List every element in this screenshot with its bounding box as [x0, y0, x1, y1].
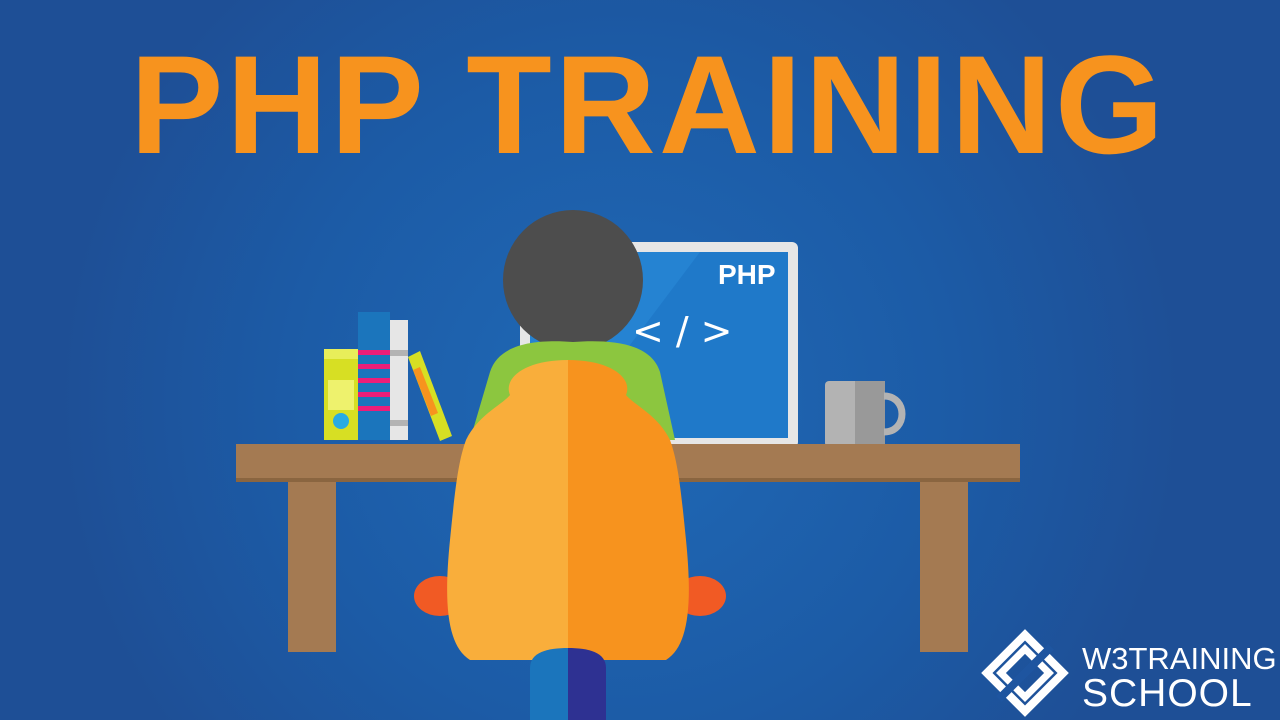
mug-illustration: [825, 381, 906, 447]
php-training-banner: PHP TRAINING PHP </> W3TRAINING SCHOOL: [0, 0, 1280, 720]
workspace-illustration: PHP </>: [236, 210, 1020, 720]
code-symbol: </>: [632, 309, 744, 353]
brand-name-line1: W3TRAINING: [1082, 641, 1277, 676]
books-illustration: [324, 312, 452, 441]
laptop-php-label: PHP: [718, 259, 776, 290]
brand-logo: W3TRAINING SCHOOL: [978, 626, 1277, 717]
logo-icon: [981, 629, 1069, 717]
brand-name-line2: SCHOOL: [1082, 672, 1253, 715]
